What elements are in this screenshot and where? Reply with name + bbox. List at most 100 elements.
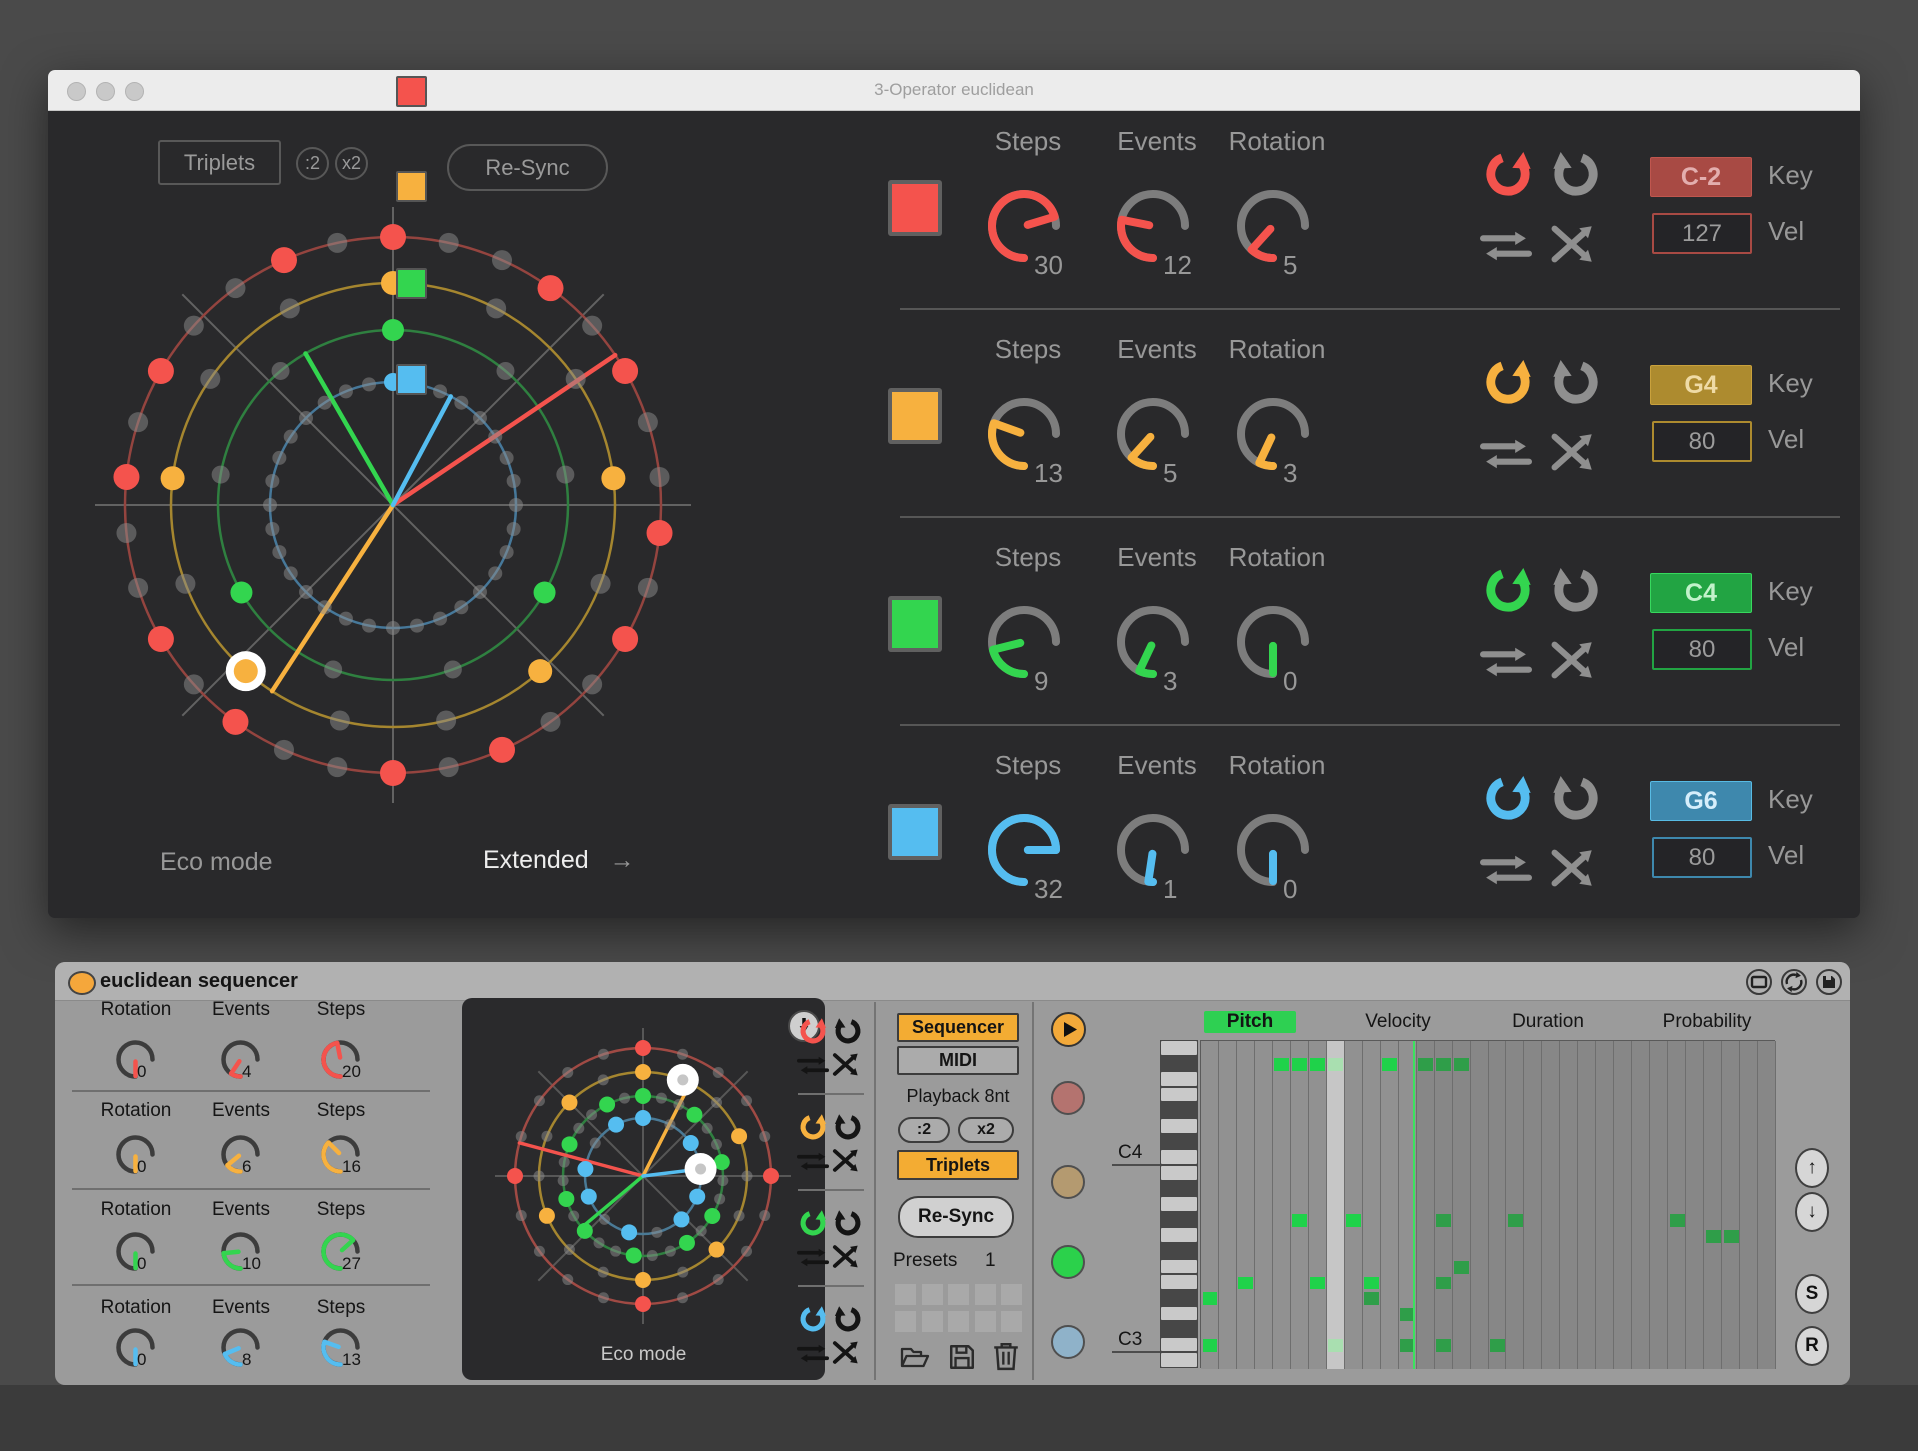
tab-duration[interactable]: Duration <box>1502 1011 1594 1033</box>
grid-column[interactable] <box>1345 1041 1363 1369</box>
device-titlebar[interactable]: euclidean sequencer <box>55 962 1850 1001</box>
rotate-cw-icon[interactable] <box>798 1016 828 1046</box>
note-cell[interactable] <box>1454 1261 1469 1274</box>
note-cell[interactable] <box>1310 1277 1325 1290</box>
preset-slot[interactable] <box>895 1284 916 1305</box>
channel-color-swatch-red[interactable] <box>888 180 942 236</box>
scroll-down-button[interactable]: ↓ <box>1795 1192 1829 1232</box>
note-cell[interactable] <box>1328 1058 1343 1071</box>
note-cell[interactable] <box>1382 1058 1397 1071</box>
grid-column[interactable] <box>1722 1041 1740 1369</box>
tab-probability[interactable]: Probability <box>1652 1011 1762 1033</box>
rotate-cw-icon[interactable] <box>1482 148 1534 200</box>
delete-preset-icon[interactable] <box>992 1341 1020 1371</box>
rotate-ccw-icon[interactable] <box>833 1304 863 1334</box>
grid-column[interactable] <box>1237 1041 1255 1369</box>
channel-mute-toggle[interactable] <box>1051 1325 1085 1359</box>
channel-color-swatch-yellow[interactable] <box>888 388 942 444</box>
white-key[interactable] <box>1161 1041 1197 1055</box>
sequence-grid[interactable] <box>1200 1040 1775 1368</box>
grid-column[interactable] <box>1453 1041 1471 1369</box>
channel-mute-toggle[interactable] <box>1051 1165 1085 1199</box>
solo-button[interactable]: S <box>1795 1274 1829 1314</box>
channel-color-swatch[interactable] <box>396 76 427 107</box>
preset-slot[interactable] <box>1001 1284 1022 1305</box>
rotation-knob[interactable] <box>1236 397 1310 471</box>
note-cell[interactable] <box>1436 1277 1451 1290</box>
note-cell[interactable] <box>1724 1230 1739 1243</box>
map-mode-icon[interactable] <box>1747 970 1771 994</box>
half-tempo-button[interactable]: :2 <box>898 1117 950 1143</box>
grid-column[interactable] <box>1560 1041 1578 1369</box>
events-knob[interactable] <box>1116 813 1190 887</box>
note-cell[interactable] <box>1203 1292 1218 1305</box>
rotation-knob[interactable] <box>1236 189 1310 263</box>
preset-slot[interactable] <box>975 1284 996 1305</box>
shuffle-icon[interactable] <box>1550 430 1602 474</box>
grid-column[interactable] <box>1219 1041 1237 1369</box>
preset-slot[interactable] <box>948 1284 969 1305</box>
rotate-ccw-icon[interactable] <box>833 1208 863 1238</box>
note-cell[interactable] <box>1490 1339 1505 1352</box>
note-cell[interactable] <box>1310 1058 1325 1071</box>
note-cell[interactable] <box>1418 1058 1433 1071</box>
tab-velocity[interactable]: Velocity <box>1352 1011 1444 1033</box>
white-key[interactable] <box>1161 1307 1197 1321</box>
grid-column[interactable] <box>1471 1041 1489 1369</box>
white-key[interactable] <box>1161 1072 1197 1086</box>
extended-mode-label[interactable]: Extended → <box>483 846 635 875</box>
rotate-cw-icon[interactable] <box>1482 772 1534 824</box>
white-key[interactable] <box>1161 1197 1197 1211</box>
midi-mode-button[interactable]: MIDI <box>897 1046 1019 1075</box>
scroll-up-button[interactable]: ↑ <box>1795 1148 1829 1188</box>
resync-button[interactable]: Re-Sync <box>898 1196 1014 1238</box>
grid-column[interactable] <box>1632 1041 1650 1369</box>
swap-icon[interactable] <box>1480 226 1532 266</box>
grid-column[interactable] <box>1758 1041 1776 1369</box>
grid-column[interactable] <box>1489 1041 1507 1369</box>
note-cell[interactable] <box>1203 1339 1218 1352</box>
open-preset-icon[interactable] <box>898 1343 932 1371</box>
save-preset-icon[interactable] <box>948 1343 976 1371</box>
rotation-knob[interactable] <box>1236 813 1310 887</box>
white-key[interactable] <box>1161 1260 1197 1274</box>
key-value-box[interactable]: G4 <box>1650 365 1752 405</box>
triplets-button[interactable]: Triplets <box>897 1150 1019 1180</box>
rotate-cw-icon[interactable] <box>798 1112 828 1142</box>
grid-column[interactable] <box>1363 1041 1381 1369</box>
sequencer-mode-button[interactable]: Sequencer <box>897 1013 1019 1042</box>
velocity-value-box[interactable]: 127 <box>1652 213 1752 254</box>
swap-icon[interactable] <box>797 1149 829 1174</box>
euclidean-circle-display[interactable] <box>73 185 713 825</box>
note-cell[interactable] <box>1364 1292 1379 1305</box>
white-key[interactable] <box>1161 1228 1197 1242</box>
preset-slot[interactable] <box>1001 1311 1022 1332</box>
rotate-ccw-icon[interactable] <box>1550 772 1602 824</box>
rotate-ccw-icon[interactable] <box>1550 148 1602 200</box>
swap-icon[interactable] <box>1480 642 1532 682</box>
white-key[interactable] <box>1161 1353 1197 1367</box>
white-key[interactable] <box>1161 1338 1197 1352</box>
hot-swap-icon[interactable] <box>1782 970 1806 994</box>
save-preset-icon[interactable] <box>1817 970 1841 994</box>
preset-slot[interactable] <box>922 1284 943 1305</box>
grid-column[interactable] <box>1704 1041 1722 1369</box>
events-knob[interactable] <box>220 1327 261 1368</box>
white-key[interactable] <box>1161 1166 1197 1180</box>
rotate-cw-icon[interactable] <box>798 1304 828 1334</box>
rotate-ccw-icon[interactable] <box>833 1112 863 1142</box>
channel-mute-toggle[interactable] <box>1051 1245 1085 1279</box>
rotation-knob[interactable] <box>115 1231 156 1272</box>
rotation-knob[interactable] <box>115 1039 156 1080</box>
note-cell[interactable] <box>1274 1058 1289 1071</box>
preset-slot[interactable] <box>975 1311 996 1332</box>
device-on-toggle[interactable] <box>68 971 96 995</box>
events-knob[interactable] <box>220 1134 261 1175</box>
shuffle-icon[interactable] <box>1550 846 1602 890</box>
shuffle-icon[interactable] <box>1550 638 1602 682</box>
note-cell[interactable] <box>1346 1214 1361 1227</box>
key-value-box[interactable]: C4 <box>1650 573 1752 613</box>
note-cell[interactable] <box>1436 1339 1451 1352</box>
channel-mute-toggle[interactable] <box>1051 1081 1085 1115</box>
velocity-value-box[interactable]: 80 <box>1652 421 1752 462</box>
